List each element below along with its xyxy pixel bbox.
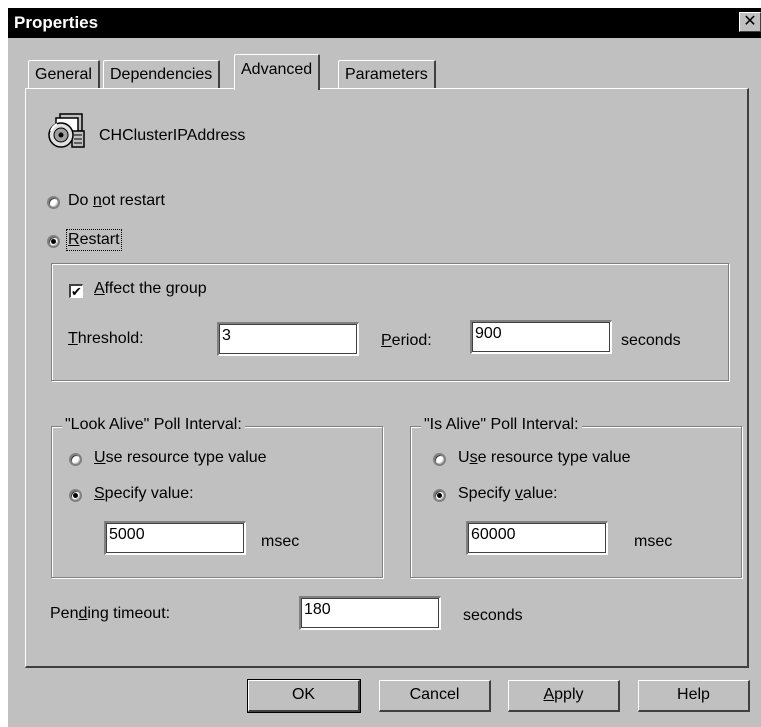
pending-timeout-input[interactable]: 180 [299,596,441,630]
close-button[interactable]: ✕ [739,12,761,32]
look-alive-group: "Look Alive" Poll Interval: Use resource… [51,416,383,578]
look-alive-use-type-radio[interactable] [69,453,82,466]
pending-timeout-label: Pending timeout: [50,605,171,622]
tab-general-label: General [35,66,92,83]
apply-button[interactable]: Apply [508,680,620,712]
threshold-label: Threshold: [68,330,144,347]
period-label: Period: [381,332,432,349]
is-alive-specify-dot [437,493,442,498]
look-alive-use-type-label[interactable]: Use resource type value [94,449,267,467]
period-unit: seconds [621,332,681,349]
pending-timeout-unit: seconds [463,607,523,624]
period-input[interactable]: 900 [470,320,612,354]
properties-dialog: Properties ✕ General Dependencies Advanc… [8,8,761,727]
look-alive-specify-label[interactable]: Specify value: [94,485,194,503]
look-alive-unit: msec [261,533,300,550]
tab-advanced-label: Advanced [241,61,313,78]
is-alive-specify-radio[interactable] [433,489,446,502]
ok-button[interactable]: OK [247,679,361,713]
resource-name: CHClusterIPAddress [99,127,246,144]
is-alive-specify-label[interactable]: Specify value: [458,485,558,503]
window-title: Properties [14,13,99,32]
tab-parameters[interactable]: Parameters [338,60,436,90]
is-alive-unit: msec [634,533,673,550]
do-not-restart-radio[interactable] [47,196,60,209]
title-bar[interactable]: Properties ✕ [8,8,761,38]
tab-parameters-label: Parameters [345,66,428,83]
tab-dependencies-label: Dependencies [110,66,213,83]
do-not-restart-label[interactable]: Do not restart [68,192,165,210]
cluster-resource-icon [46,111,86,151]
cancel-button[interactable]: Cancel [379,680,491,712]
tab-dependencies[interactable]: Dependencies [103,60,221,90]
is-alive-use-type-label[interactable]: Use resource type value [458,449,631,467]
tab-general[interactable]: General [28,60,100,90]
restart-radio-dot [51,239,56,244]
threshold-input[interactable]: 3 [217,322,359,356]
advanced-tab-panel: CHClusterIPAddress Do not restart Restar… [25,88,749,668]
restart-radio[interactable] [47,235,60,248]
help-button[interactable]: Help [638,680,750,712]
is-alive-title: "Is Alive" Poll Interval: [421,416,582,434]
look-alive-title: "Look Alive" Poll Interval: [62,416,245,434]
affect-group-label[interactable]: Affect the group [94,280,207,298]
restart-label[interactable]: Restart [66,229,122,251]
checkmark-icon: ✔ [71,284,82,299]
close-icon: ✕ [743,13,757,30]
look-alive-value-input[interactable]: 5000 [104,521,246,555]
look-alive-specify-radio[interactable] [69,489,82,502]
is-alive-use-type-radio[interactable] [433,453,446,466]
look-alive-specify-dot [73,493,78,498]
restart-settings-group: ✔ Affect the group Threshold: 3 Period: … [51,263,729,381]
affect-group-checkbox[interactable]: ✔ [69,284,83,298]
tab-advanced[interactable]: Advanced [234,54,321,90]
is-alive-group: "Is Alive" Poll Interval: Use resource t… [410,416,742,578]
is-alive-value-input[interactable]: 60000 [466,521,608,555]
